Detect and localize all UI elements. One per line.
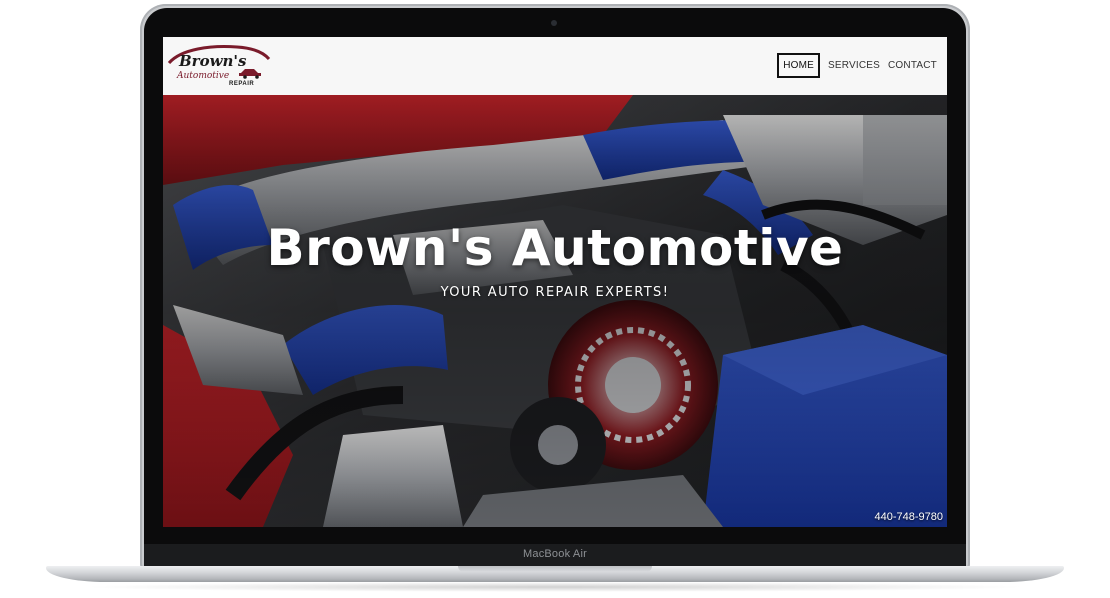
nav-services[interactable]: SERVICES	[824, 54, 884, 77]
laptop-hinge-notch	[458, 566, 652, 572]
hero-subtitle: YOUR AUTO REPAIR EXPERTS!	[440, 285, 670, 300]
website-screen: Brown's Automotive REPAIR HOME SERVICES …	[163, 37, 947, 527]
phone-number[interactable]: 440-748-9780	[874, 511, 943, 523]
laptop-shadow	[80, 582, 1030, 592]
hero-title: Brown's Automotive	[266, 219, 844, 277]
logo-line3: REPAIR	[229, 81, 254, 87]
site-logo[interactable]: Brown's Automotive REPAIR	[167, 43, 271, 89]
device-label: MacBook Air	[523, 548, 587, 560]
main-nav: HOME SERVICES CONTACT	[777, 53, 941, 78]
site-header: Brown's Automotive REPAIR HOME SERVICES …	[163, 37, 947, 95]
camera-icon	[551, 20, 557, 26]
nav-home[interactable]: HOME	[777, 53, 820, 78]
car-icon	[239, 69, 261, 79]
hero-section: Brown's Automotive YOUR AUTO REPAIR EXPE…	[163, 95, 947, 527]
engine-bay-photo	[163, 95, 947, 527]
logo-line2: Automotive	[176, 71, 229, 81]
nav-contact[interactable]: CONTACT	[884, 54, 941, 77]
logo-line1: Brown's	[178, 52, 247, 70]
